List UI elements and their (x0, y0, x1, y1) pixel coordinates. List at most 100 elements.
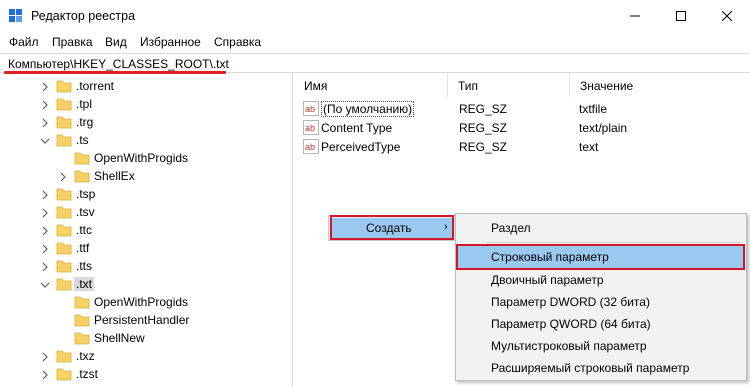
chevron-right-icon[interactable] (40, 243, 50, 254)
column-type-label: Тип (458, 79, 479, 93)
folder-icon (56, 132, 72, 147)
maximize-icon (676, 11, 686, 21)
submenu-item[interactable]: Двоичный параметр (458, 269, 744, 291)
tree-item-label: .tpl (76, 97, 93, 111)
submenu-item[interactable]: Параметр DWORD (32 бита) (458, 291, 744, 313)
column-header-type[interactable]: Тип (448, 73, 570, 97)
tree-item[interactable]: .trg (0, 113, 292, 131)
chevron-right-icon[interactable] (40, 261, 50, 272)
submenu-item-label: Раздел (491, 221, 531, 235)
maximize-button[interactable] (658, 0, 704, 32)
tree-item-label: .tsv (76, 205, 95, 219)
tree-item-label: .txz (76, 349, 95, 363)
close-icon (722, 11, 732, 21)
tree-item[interactable]: .tsp (0, 185, 292, 203)
value-type: REG_SZ (459, 102, 508, 116)
folder-icon (56, 222, 72, 237)
submenu-item-label: Двоичный параметр (491, 273, 604, 287)
chevron-right-icon[interactable] (40, 225, 50, 236)
column-name-label: Имя (304, 79, 328, 93)
chevron-right-icon[interactable] (40, 369, 50, 380)
value-name: Content Type (321, 121, 393, 135)
submenu-item[interactable]: Расширяемый строковый параметр (458, 357, 744, 379)
menu-bar: Файл Правка Вид Избранное Справка (0, 32, 750, 52)
submenu-item-label: Мультистроковый параметр (491, 339, 647, 353)
tree-item[interactable]: OpenWithProgids (0, 149, 292, 167)
chevron-right-icon[interactable] (40, 207, 50, 218)
folder-icon (56, 258, 72, 273)
tree-item[interactable]: .tsv (0, 203, 292, 221)
chevron-right-icon[interactable] (40, 117, 50, 128)
submenu-item[interactable]: Раздел (458, 217, 744, 239)
chevron-right-icon[interactable] (40, 99, 50, 110)
value-type: REG_SZ (459, 121, 508, 135)
chevron-right-icon[interactable] (40, 81, 50, 92)
tree-item-label: ShellEx (94, 169, 135, 183)
tree-item[interactable]: .ttf (0, 239, 292, 257)
menu-view[interactable]: Вид (105, 35, 127, 49)
value-data: text (579, 140, 599, 154)
folder-icon (56, 78, 72, 93)
tree-item[interactable]: .ttc (0, 221, 292, 239)
minimize-button[interactable] (612, 0, 658, 32)
value-data: txtfile (579, 102, 608, 116)
tree-item[interactable]: .tts (0, 257, 292, 275)
menu-favorites[interactable]: Избранное (140, 35, 201, 49)
menu-help[interactable]: Справка (214, 35, 261, 49)
submenu-item[interactable]: Мультистроковый параметр (458, 335, 744, 357)
column-header-value[interactable]: Значение (570, 73, 750, 97)
tree-item[interactable]: .ts (0, 131, 292, 149)
column-header-name[interactable]: Имя (294, 73, 448, 97)
folder-icon (56, 276, 72, 291)
address-bar[interactable]: Компьютер\HKEY_CLASSES_ROOT\.txt (0, 53, 750, 74)
tree-item[interactable]: .tpl (0, 95, 292, 113)
menu-separator (486, 242, 742, 243)
tree-item-label: .tsp (76, 187, 96, 201)
folder-icon (56, 240, 72, 255)
tree-item[interactable]: .torrent (0, 77, 292, 95)
tree-item-label: .torrent (76, 79, 115, 93)
folder-icon (56, 114, 72, 129)
key-tree[interactable]: .torrent .tpl .trg .ts OpenWithProgids ShellE… (0, 73, 293, 387)
tree-item-label: .txt (74, 277, 95, 291)
chevron-down-icon[interactable] (40, 279, 50, 289)
folder-icon (74, 294, 90, 309)
column-value-label: Значение (580, 79, 634, 93)
chevron-right-icon[interactable] (40, 189, 50, 200)
tree-item[interactable]: .txz (0, 347, 292, 365)
address-path[interactable]: Компьютер\HKEY_CLASSES_ROOT\.txt (8, 57, 229, 71)
minimize-icon (630, 15, 640, 17)
chevron-down-icon[interactable] (40, 135, 50, 145)
tree-item[interactable]: .txt (0, 275, 292, 293)
tree-item[interactable]: ShellNew (0, 329, 292, 347)
submenu-item[interactable]: Параметр QWORD (64 бита) (458, 313, 744, 335)
tree-item[interactable]: PersistentHandler (0, 311, 292, 329)
tree-item-label: .ts (76, 133, 89, 147)
tree-item-label: OpenWithProgids (94, 151, 189, 165)
tree-item[interactable]: .tzst (0, 365, 292, 383)
tree-item-label: .ttc (76, 223, 93, 237)
value-row[interactable]: ab Content Type REG_SZ text/plain (294, 118, 750, 137)
string-value-icon: ab (303, 120, 319, 135)
svg-text:ab: ab (305, 123, 315, 133)
value-data: text/plain (579, 121, 628, 135)
submenu-item-label: Параметр DWORD (32 бита) (491, 295, 650, 309)
tree-item[interactable]: ShellEx (0, 167, 292, 185)
chevron-right-icon[interactable] (40, 351, 50, 362)
folder-icon (56, 348, 72, 363)
chevron-right-icon[interactable] (58, 171, 68, 182)
folder-icon (56, 186, 72, 201)
tree-item-label: ShellNew (94, 331, 145, 345)
submenu-item-label: Параметр QWORD (64 бита) (491, 317, 651, 331)
tree-item-label: OpenWithProgids (94, 295, 189, 309)
menu-edit[interactable]: Правка (52, 35, 93, 49)
close-button[interactable] (704, 0, 750, 32)
folder-icon (74, 150, 90, 165)
tree-item-label: .ttf (76, 241, 90, 255)
value-row[interactable]: ab PerceivedType REG_SZ text (294, 137, 750, 156)
value-row[interactable]: ab (По умолчанию) REG_SZ txtfile (294, 99, 750, 118)
tree-item[interactable]: OpenWithProgids (0, 293, 292, 311)
value-type: REG_SZ (459, 140, 508, 154)
menu-file[interactable]: Файл (9, 35, 39, 49)
value-name: (По умолчанию) (321, 101, 415, 117)
